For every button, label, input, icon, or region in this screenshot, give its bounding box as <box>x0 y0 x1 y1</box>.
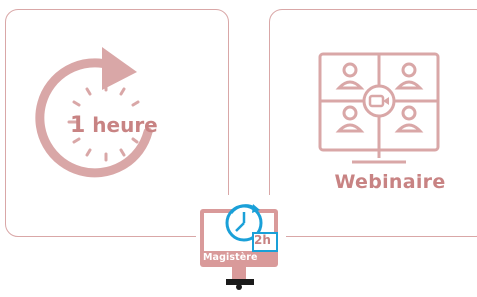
duration-unit: heure <box>92 113 158 137</box>
duration-label: 1 heure <box>70 113 210 138</box>
webinar-title: Webinaire <box>334 171 446 193</box>
webinar-card: Webinaire <box>269 9 477 237</box>
magistere-badge: 2h Magistère <box>196 195 286 297</box>
badge-duration: 2h <box>254 233 271 247</box>
video-conference-screen-icon <box>318 52 440 164</box>
badge-platform: Magistère <box>203 252 258 263</box>
duration-number: 1 <box>70 113 86 138</box>
computer-clock-icon <box>200 204 278 290</box>
